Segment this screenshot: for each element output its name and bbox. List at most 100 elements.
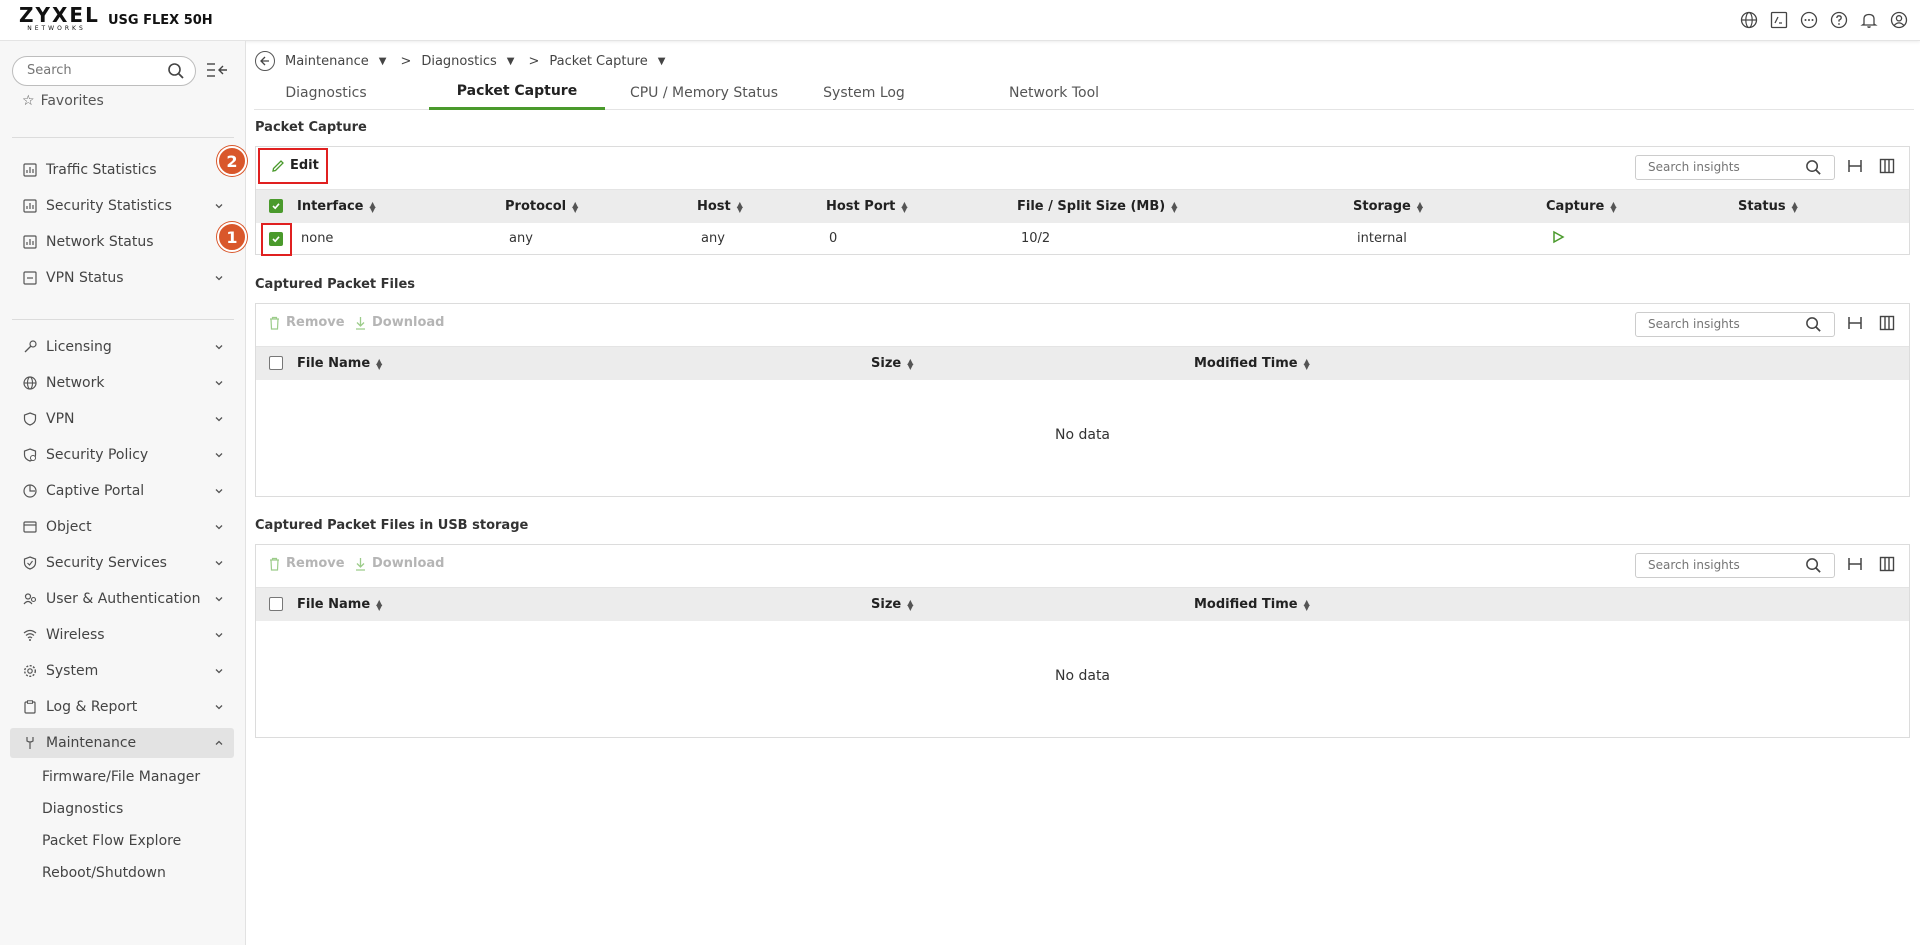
tab-diagnostics[interactable]: Diagnostics xyxy=(274,75,378,110)
chevron-down-icon[interactable] xyxy=(214,700,224,716)
download-button[interactable]: Download xyxy=(354,556,444,571)
chevron-down-icon[interactable] xyxy=(214,199,224,215)
tab-network-tool[interactable]: Network Tool xyxy=(994,75,1114,110)
search-insights-box[interactable] xyxy=(1635,553,1835,578)
select-all-checkbox[interactable] xyxy=(269,356,283,370)
caret-down-icon[interactable]: ▼ xyxy=(507,56,515,67)
columns-icon[interactable] xyxy=(1879,158,1895,178)
table-header: File Name ▲ ▼ Size ▲ ▼ Modified Time ▲ ▼ xyxy=(256,587,1909,621)
search-insights-box[interactable] xyxy=(1635,155,1835,180)
sort-icon: ▲ ▼ xyxy=(736,199,743,214)
search-icon[interactable] xyxy=(1805,316,1822,337)
sidebar-item-maintenance[interactable]: Maintenance xyxy=(10,728,234,758)
sidebar-item-security-statistics[interactable]: Security Statistics xyxy=(10,191,234,221)
column-header-storage[interactable]: Storage ▲ ▼ xyxy=(1353,199,1423,214)
tab-system-log[interactable]: System Log xyxy=(814,75,914,110)
column-header-modified-time[interactable]: Modified Time ▲ ▼ xyxy=(1194,597,1310,612)
sidebar-item-security-services[interactable]: Security Services xyxy=(10,548,234,578)
help-icon[interactable] xyxy=(1828,9,1850,31)
sidebar-item-vpn-status[interactable]: VPN Status xyxy=(10,263,234,293)
sidebar-item-traffic-statistics[interactable]: Traffic Statistics xyxy=(10,155,234,185)
sidebar-subitem-diagnostics[interactable]: Diagnostics xyxy=(42,801,123,817)
chevron-down-icon[interactable] xyxy=(214,556,224,572)
search-insights-input[interactable] xyxy=(1648,558,1798,572)
breadcrumb-packet-capture[interactable]: Packet Capture xyxy=(549,54,647,69)
annotation-badge-1: 1 xyxy=(217,222,247,252)
remove-button[interactable]: Remove xyxy=(268,556,345,571)
sidebar-item-wireless[interactable]: Wireless xyxy=(10,620,234,650)
tab-cpu-memory-status[interactable]: CPU / Memory Status xyxy=(614,75,794,110)
download-button[interactable]: Download xyxy=(354,315,444,330)
sidebar-search-input[interactable] xyxy=(27,63,157,78)
column-header-file-size[interactable]: File / Split Size (MB) ▲ ▼ xyxy=(1017,199,1177,214)
fit-width-icon[interactable] xyxy=(1847,158,1863,178)
sidebar-subitem-packet-flow[interactable]: Packet Flow Explore xyxy=(42,833,181,849)
chevron-down-icon[interactable] xyxy=(214,340,224,356)
sidebar-item-licensing[interactable]: Licensing xyxy=(10,332,234,362)
column-header-interface[interactable]: Interface ▲ ▼ xyxy=(297,199,376,214)
favorites-label[interactable]: ☆ Favorites xyxy=(22,93,104,105)
fit-width-icon[interactable] xyxy=(1847,556,1863,576)
globe-icon[interactable] xyxy=(1738,9,1760,31)
search-icon[interactable] xyxy=(1805,557,1822,578)
terminal-icon[interactable] xyxy=(1768,9,1790,31)
play-icon[interactable] xyxy=(1551,230,1565,248)
sidebar-item-log-report[interactable]: Log & Report xyxy=(10,692,234,722)
chevron-down-icon[interactable] xyxy=(214,664,224,680)
column-header-host[interactable]: Host ▲ ▼ xyxy=(697,199,743,214)
column-header-status[interactable]: Status ▲ ▼ xyxy=(1738,199,1798,214)
user-icon[interactable] xyxy=(1888,9,1910,31)
fit-width-icon[interactable] xyxy=(1847,315,1863,335)
sidebar-subitem-reboot[interactable]: Reboot/Shutdown xyxy=(42,865,166,881)
column-header-protocol[interactable]: Protocol ▲ ▼ xyxy=(505,199,578,214)
chevron-up-icon[interactable] xyxy=(214,736,224,752)
sidebar-item-security-policy[interactable]: Security Policy xyxy=(10,440,234,470)
table-row[interactable]: none any any 0 10/2 internal xyxy=(256,223,1909,255)
zyxel-logo[interactable]: ZYXEL NETWORKS xyxy=(19,5,98,32)
column-header-size[interactable]: Size ▲ ▼ xyxy=(871,356,913,371)
select-all-checkbox[interactable] xyxy=(269,597,283,611)
chevron-down-icon[interactable] xyxy=(214,448,224,464)
column-header-file-name[interactable]: File Name ▲ ▼ xyxy=(297,597,382,612)
search-insights-input[interactable] xyxy=(1648,160,1798,174)
sidebar-item-object[interactable]: Object xyxy=(10,512,234,542)
chevron-down-icon[interactable] xyxy=(214,484,224,500)
sidebar-search[interactable] xyxy=(12,56,196,86)
bell-icon[interactable] xyxy=(1858,9,1880,31)
search-insights-box[interactable] xyxy=(1635,312,1835,337)
select-all-checkbox[interactable] xyxy=(269,199,283,213)
caret-down-icon[interactable]: ▼ xyxy=(379,56,387,67)
column-header-size[interactable]: Size ▲ ▼ xyxy=(871,597,913,612)
chevron-down-icon[interactable] xyxy=(214,271,224,287)
breadcrumb-diagnostics[interactable]: Diagnostics xyxy=(421,54,496,69)
chevron-down-icon[interactable] xyxy=(214,412,224,428)
sidebar-item-vpn[interactable]: VPN xyxy=(10,404,234,434)
chevron-down-icon[interactable] xyxy=(214,520,224,536)
sidebar-item-network-status[interactable]: Network Status xyxy=(10,227,234,257)
more-icon[interactable] xyxy=(1798,9,1820,31)
breadcrumb-maintenance[interactable]: Maintenance xyxy=(285,54,369,69)
key-icon xyxy=(18,340,42,354)
sidebar-item-network[interactable]: Network xyxy=(10,368,234,398)
column-header-file-name[interactable]: File Name ▲ ▼ xyxy=(297,356,382,371)
chevron-down-icon[interactable] xyxy=(214,376,224,392)
sidebar-item-captive-portal[interactable]: Captive Portal xyxy=(10,476,234,506)
tab-packet-capture[interactable]: Packet Capture xyxy=(429,75,605,110)
search-icon[interactable] xyxy=(167,62,185,84)
sidebar-subitem-firmware[interactable]: Firmware/File Manager xyxy=(42,769,200,785)
collapse-sidebar-icon[interactable] xyxy=(206,61,228,83)
caret-down-icon[interactable]: ▼ xyxy=(658,56,666,67)
back-arrow-icon[interactable] xyxy=(255,51,275,71)
columns-icon[interactable] xyxy=(1879,556,1895,576)
columns-icon[interactable] xyxy=(1879,315,1895,335)
column-header-capture[interactable]: Capture ▲ ▼ xyxy=(1546,199,1616,214)
sidebar-item-system[interactable]: System xyxy=(10,656,234,686)
search-icon[interactable] xyxy=(1805,159,1822,180)
sidebar-item-user-authentication[interactable]: User & Authentication xyxy=(10,584,234,614)
chevron-down-icon[interactable] xyxy=(214,628,224,644)
column-header-modified-time[interactable]: Modified Time ▲ ▼ xyxy=(1194,356,1310,371)
chevron-down-icon[interactable] xyxy=(214,592,224,608)
search-insights-input[interactable] xyxy=(1648,317,1798,331)
remove-button[interactable]: Remove xyxy=(268,315,345,330)
column-header-host-port[interactable]: Host Port ▲ ▼ xyxy=(826,199,908,214)
